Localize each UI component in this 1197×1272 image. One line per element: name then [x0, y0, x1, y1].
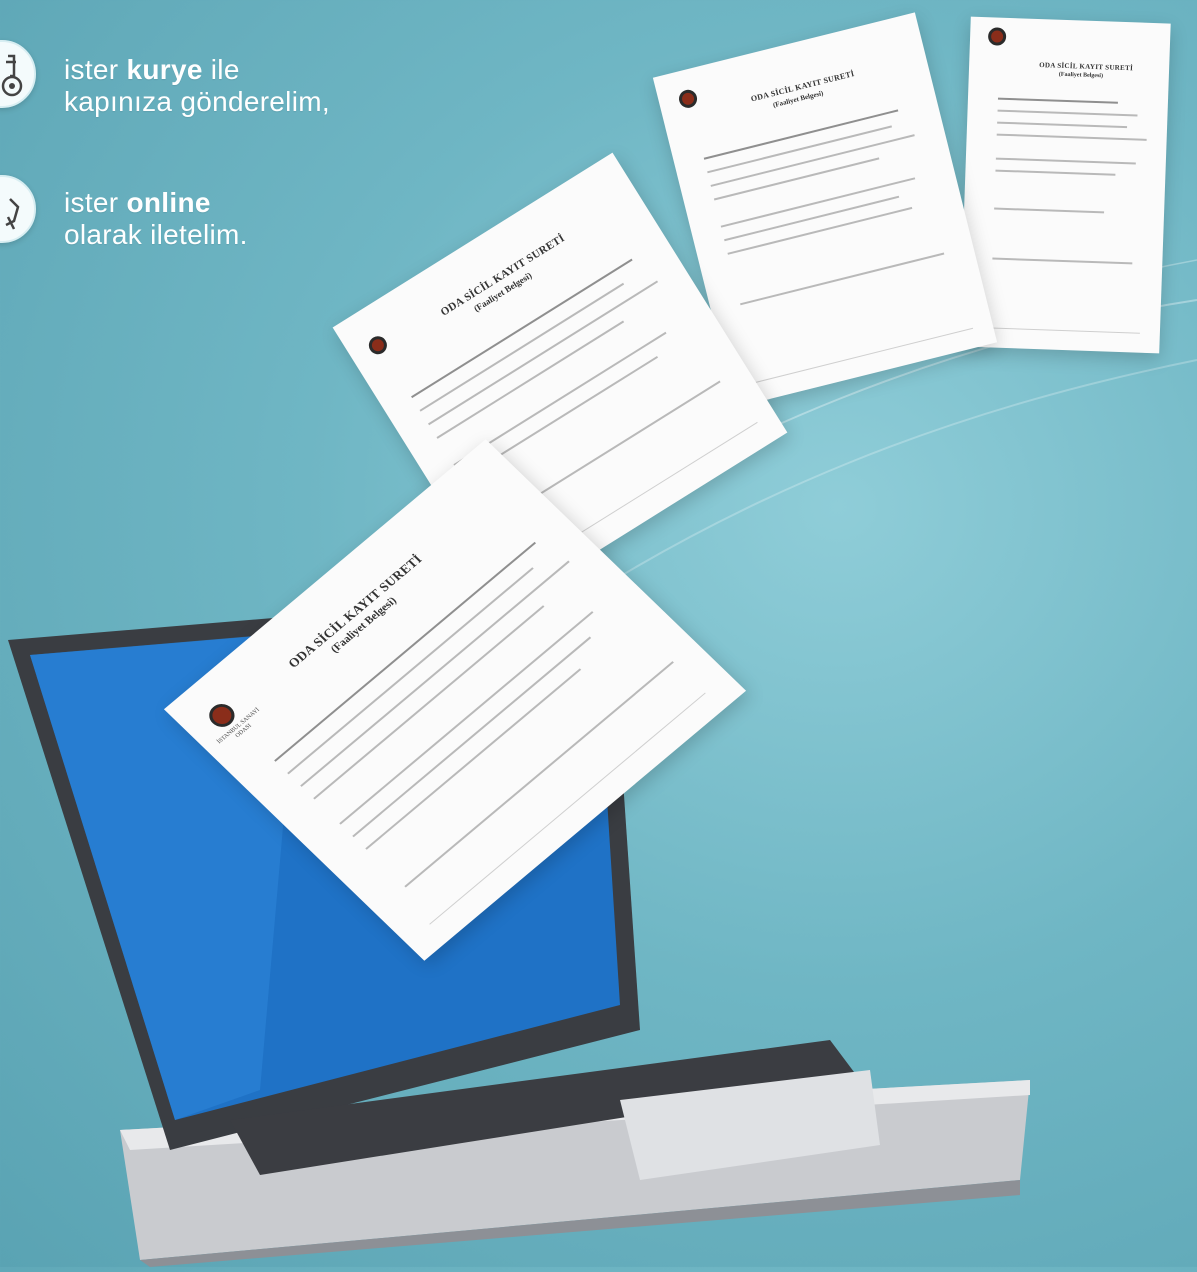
- issuer-logo: [987, 27, 1007, 46]
- document-page-3: ODA SİCİL KAYIT SURETİ (Faaliyet Belgesi…: [959, 16, 1171, 354]
- issuer-logo: [677, 87, 699, 110]
- document-title: ODA SİCİL KAYIT SURETİ: [1039, 61, 1134, 73]
- promo-scene: ister kurye ile kapınıza gönderelim, ist…: [0, 0, 1197, 1267]
- issuer-logo: [365, 332, 391, 358]
- document-subtitle: (Faaliyet Belgesi): [1058, 71, 1104, 80]
